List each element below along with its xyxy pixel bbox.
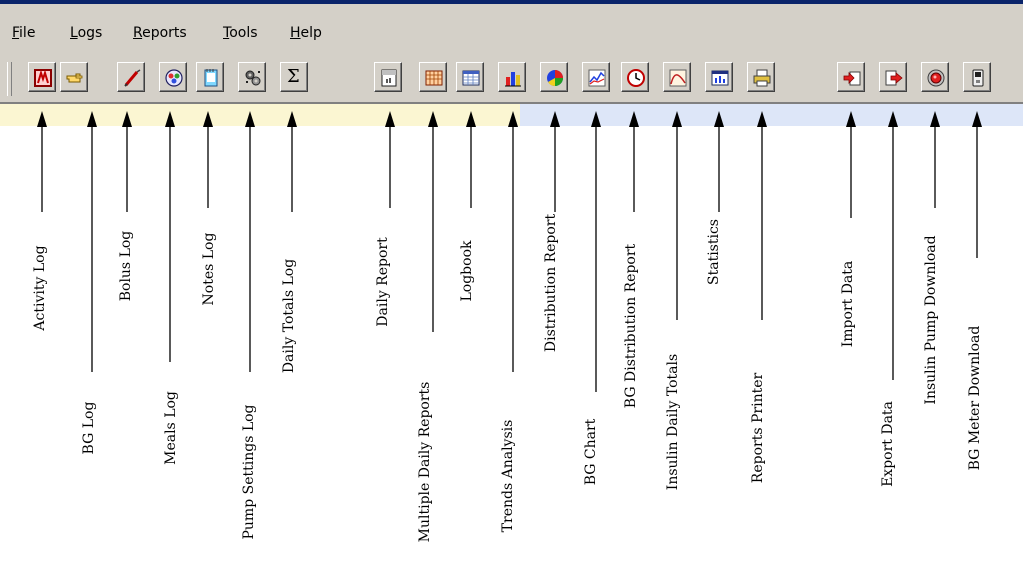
label-trends-analysis: Trends Analysis bbox=[500, 419, 516, 533]
label-daily-report: Daily Report bbox=[375, 237, 391, 327]
label-insulin-pump-download: Insulin Pump Download bbox=[923, 235, 939, 405]
label-bolus-log: Bolus Log bbox=[118, 230, 134, 302]
label-statistics: Statistics bbox=[706, 219, 722, 285]
label-import-data: Import Data bbox=[840, 260, 856, 348]
label-export-data: Export Data bbox=[880, 401, 896, 487]
label-bg-chart: BG Chart bbox=[583, 418, 599, 486]
label-logbook: Logbook bbox=[459, 240, 475, 302]
label-distribution-report: Distribution Report bbox=[543, 213, 559, 353]
label-bg-distribution-report: BG Distribution Report bbox=[623, 243, 639, 409]
label-insulin-daily-totals: Insulin Daily Totals bbox=[665, 353, 681, 491]
label-meals-log: Meals Log bbox=[163, 391, 179, 465]
annotated-screenshot: File Logs Reports Tools Help Σ Activity … bbox=[0, 0, 1023, 569]
label-pump-settings-log: Pump Settings Log bbox=[241, 404, 257, 540]
label-bg-log: BG Log bbox=[81, 401, 97, 455]
label-notes-log: Notes Log bbox=[201, 232, 217, 306]
label-activity-log: Activity Log bbox=[32, 245, 48, 331]
label-multiple-daily-reports: Multiple Daily Reports bbox=[417, 381, 433, 543]
label-daily-totals-log: Daily Totals Log bbox=[281, 258, 297, 374]
label-bg-meter-download: BG Meter Download bbox=[967, 325, 983, 471]
label-reports-printer: Reports Printer bbox=[750, 372, 766, 484]
